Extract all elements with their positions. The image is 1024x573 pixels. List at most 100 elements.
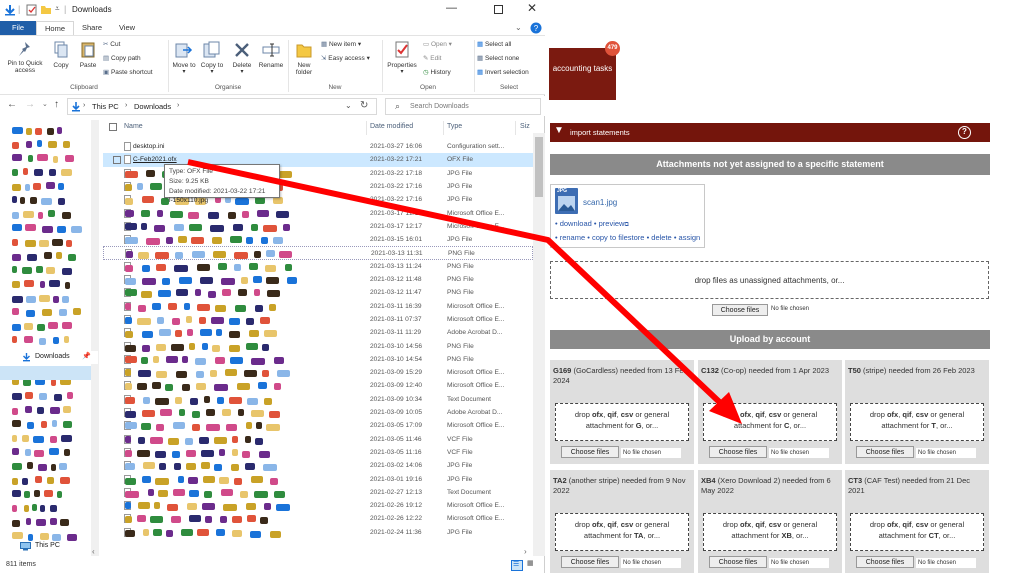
file-row[interactable]: 2021-03-15 16:01 JPG File [103,233,533,246]
details-view-button[interactable]: ☰ [511,560,523,571]
row-checkbox[interactable] [113,289,121,297]
tab-home[interactable]: Home [36,21,74,35]
select-all-button[interactable]: ▦ Select all [477,40,511,49]
choose-files-button[interactable]: Choose files [712,304,768,316]
nav-item-selected[interactable] [0,366,91,380]
file-row[interactable]: 2021-03-13 11:24 PNG File [103,260,533,273]
delete-button[interactable]: Delete ▾ [228,41,256,77]
file-row[interactable]: 2021-03-09 10:34 Text Document [103,393,533,406]
account-drop-zone[interactable]: drop ofx, qif, csv or general attachment … [555,403,689,441]
row-checkbox[interactable] [113,223,121,231]
breadcrumb-downloads[interactable]: Downloads [134,102,171,111]
row-checkbox[interactable] [113,236,121,244]
attachment-filename[interactable]: scan1.jpg [583,198,617,207]
row-checkbox[interactable] [113,156,121,165]
import-statements-bar[interactable]: ▼ import statements ? [550,123,990,142]
address-dropdown-icon[interactable]: ⌄ [345,101,352,110]
scroll-right-icon[interactable]: › [524,547,527,556]
row-checkbox[interactable] [113,436,121,444]
nav-item-downloads[interactable]: Downloads 📌 [2,351,98,364]
row-checkbox[interactable] [113,276,121,284]
row-checkbox[interactable] [113,329,121,337]
account-drop-zone[interactable]: drop ofx, qif, csv or general attachment … [703,403,837,441]
column-name[interactable]: Name [124,123,143,130]
row-checkbox[interactable] [113,263,121,271]
file-row[interactable]: 2021-03-09 10:05 Adobe Acrobat D... [103,406,533,419]
row-checkbox[interactable] [113,316,121,324]
select-all-checkbox[interactable] [109,123,117,131]
open-button[interactable]: ▭ Open ▾ [423,40,452,49]
delete-link[interactable]: • delete [647,233,672,242]
file-row[interactable]: 2021-03-11 16:39 Microsoft Office E... [103,300,533,313]
choose-files-button[interactable]: Choose files [561,446,619,458]
back-arrow-icon[interactable]: ← [7,99,17,110]
file-row[interactable]: 2021-03-17 12:17 Microsoft Office E... [103,207,533,220]
paste-shortcut-button[interactable]: ▣ Paste shortcut [103,68,153,77]
account-drop-zone[interactable]: drop ofx, qif, csv or general attachment … [850,513,984,551]
file-row[interactable]: 2021-03-12 11:48 PNG File [103,273,533,286]
row-checkbox[interactable] [113,369,121,377]
file-row[interactable]: 2021-02-26 19:12 Microsoft Office E... [103,499,533,512]
file-row[interactable]: 2021-03-11 11:29 Adobe Acrobat D... [103,326,533,339]
row-checkbox[interactable] [113,143,121,151]
maximize-button[interactable] [494,5,503,14]
row-checkbox[interactable] [113,196,121,204]
row-checkbox[interactable] [113,489,121,497]
pin-quick-access-button[interactable]: Pin to Quick access [3,41,47,75]
file-row[interactable]: 2021-03-05 17:09 Microsoft Office E... [103,419,533,432]
row-checkbox[interactable] [113,529,121,537]
scrollbar-thumb[interactable] [535,137,543,197]
easy-access-button[interactable]: ⇲ Easy access ▾ [321,54,370,63]
file-row[interactable]: 2021-02-27 12:13 Text Document [103,486,533,499]
row-checkbox[interactable] [113,183,121,191]
column-type[interactable]: Type [447,123,462,130]
file-row[interactable]: 2021-03-17 12:17 Microsoft Office E... [103,220,533,233]
properties-button[interactable]: Properties ▾ [385,41,419,77]
row-checkbox[interactable] [113,515,121,523]
row-checkbox[interactable] [113,210,121,218]
row-checkbox[interactable] [113,170,121,178]
file-row[interactable]: 2021-03-09 15:29 Microsoft Office E... [103,366,533,379]
assign-link[interactable]: • assign [674,233,700,242]
file-row[interactable]: 2021-03-05 11:16 VCF File [103,446,533,459]
file-row[interactable]: 2021-03-10 14:56 PNG File [103,340,533,353]
account-drop-zone[interactable]: drop ofx, qif, csv or general attachment … [703,513,837,551]
rename-button[interactable]: Rename [257,41,285,69]
file-row[interactable]: 2021-03-02 14:06 JPG File [103,459,533,472]
row-checkbox[interactable] [113,476,121,484]
up-arrow-icon[interactable]: ↑ [54,99,59,110]
copy-to-filestore-link[interactable]: • copy to filestore [587,233,644,242]
file-row[interactable]: 2021-03-10 14:54 PNG File [103,353,533,366]
search-box[interactable]: ⌕ Search Downloads [385,98,541,115]
row-checkbox[interactable] [113,396,121,404]
new-folder-icon[interactable] [40,4,52,15]
file-row[interactable]: 2021-03-11 07:37 Microsoft Office E... [103,313,533,326]
paste-button[interactable]: Paste [75,41,101,69]
row-checkbox[interactable] [114,250,122,258]
unassigned-drop-zone[interactable]: drop files as unassigned attachments, or… [550,261,989,299]
new-folder-button[interactable]: New folder [291,41,317,77]
choose-files-button[interactable]: Choose files [561,556,619,568]
file-row[interactable]: 2021-03-05 11:46 VCF File [103,433,533,446]
quick-access-dropdown-icon[interactable]: ⩡ [55,4,60,14]
file-row[interactable]: 2021-03-09 12:40 Microsoft Office E... [103,379,533,392]
row-checkbox[interactable] [113,422,121,430]
ribbon-expand-icon[interactable]: ⌄ [515,23,522,32]
breadcrumb-this-pc[interactable]: This PC [92,102,119,111]
nav-item-this-pc[interactable]: This PC [2,540,90,553]
address-box[interactable]: › This PC › Downloads › ⌄ ↻ [67,98,377,115]
minimize-button[interactable]: — [446,2,457,14]
account-drop-zone[interactable]: drop ofx, qif, csv or general attachment … [555,513,689,551]
copy-path-button[interactable]: ▤ Copy path [103,54,141,63]
file-row[interactable]: 2021-03-13 11:31 PNG File [103,246,533,260]
edit-button[interactable]: ✎ Edit [423,54,441,63]
copy-button[interactable]: Copy [48,41,74,69]
cut-button[interactable]: ✂ Cut [103,40,120,49]
row-checkbox[interactable] [113,343,121,351]
accounting-tasks-tile[interactable]: accounting tasks [549,48,616,100]
preview-link[interactable]: • preview [594,219,625,228]
help-icon[interactable]: ? [530,22,542,34]
file-list-scrollbar[interactable] [533,133,545,556]
forward-arrow-icon[interactable]: → [25,99,35,110]
row-checkbox[interactable] [113,409,121,417]
